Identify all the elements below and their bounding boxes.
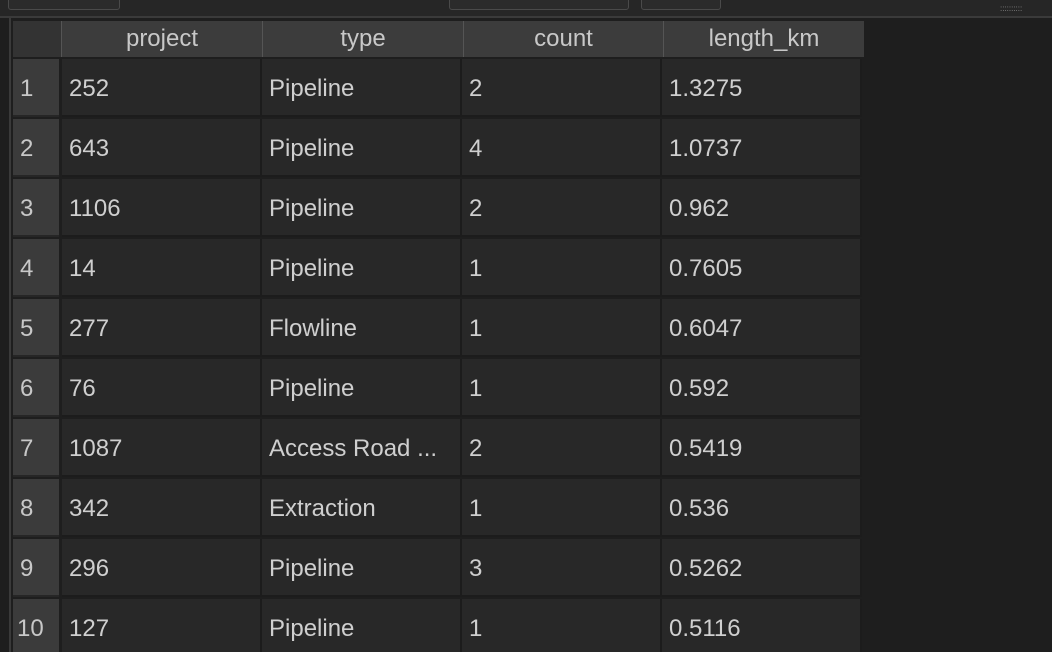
cell-length-km[interactable]: 1.0737 [662, 119, 862, 177]
cell-count[interactable]: 4 [462, 119, 662, 177]
cell-length-km[interactable]: 0.5116 [662, 599, 862, 652]
cell-type[interactable]: Pipeline [262, 359, 462, 417]
cell-length-km[interactable]: 0.592 [662, 359, 862, 417]
cell-count[interactable]: 2 [462, 179, 662, 237]
cell-count[interactable]: 1 [462, 359, 662, 417]
cell-length-km[interactable]: 0.6047 [662, 299, 862, 357]
pane-divider [9, 18, 11, 652]
toolbar: :::::::::: [0, 0, 1052, 18]
toolbar-button[interactable] [8, 0, 120, 10]
row-number[interactable]: 1 [13, 59, 59, 117]
cell-length-km[interactable]: 1.3275 [662, 59, 862, 117]
cell-type[interactable]: Pipeline [262, 599, 462, 652]
cell-length-km[interactable]: 0.7605 [662, 239, 862, 297]
cell-count[interactable]: 2 [462, 59, 662, 117]
cell-length-km[interactable]: 0.962 [662, 179, 862, 237]
cell-count[interactable]: 3 [462, 539, 662, 597]
cell-count[interactable]: 1 [462, 479, 662, 537]
column-header-length-km[interactable]: length_km [663, 21, 864, 57]
row-number[interactable]: 4 [13, 239, 59, 297]
row-number[interactable]: 3 [13, 179, 59, 237]
cell-type[interactable]: Pipeline [262, 539, 462, 597]
row-number[interactable]: 5 [13, 299, 59, 357]
cell-length-km[interactable]: 0.536 [662, 479, 862, 537]
cell-count[interactable]: 1 [462, 599, 662, 652]
column-header-project[interactable]: project [61, 21, 262, 57]
cell-count[interactable]: 2 [462, 419, 662, 477]
cell-type[interactable]: Pipeline [262, 59, 462, 117]
cell-length-km[interactable]: 0.5419 [662, 419, 862, 477]
cell-count[interactable]: 1 [462, 239, 662, 297]
cell-count[interactable]: 1 [462, 299, 662, 357]
cell-type[interactable]: Access Road ... [262, 419, 462, 477]
cell-project[interactable]: 296 [62, 539, 262, 597]
cell-type[interactable]: Pipeline [262, 239, 462, 297]
cell-project[interactable]: 76 [62, 359, 262, 417]
row-number[interactable]: 6 [13, 359, 59, 417]
cell-project[interactable]: 643 [62, 119, 262, 177]
cell-project[interactable]: 14 [62, 239, 262, 297]
data-viewer: :::::::::: project type count length_km … [0, 0, 1052, 652]
row-number[interactable]: 9 [13, 539, 59, 597]
resize-grip-icon[interactable]: :::::::::: [1000, 6, 1034, 12]
column-header-count[interactable]: count [463, 21, 663, 57]
cell-project[interactable]: 1106 [62, 179, 262, 237]
cell-project[interactable]: 1087 [62, 419, 262, 477]
toolbar-button[interactable] [641, 0, 721, 10]
column-header-type[interactable]: type [262, 21, 463, 57]
cell-project[interactable]: 277 [62, 299, 262, 357]
row-number[interactable]: 8 [13, 479, 59, 537]
row-number[interactable]: 2 [13, 119, 59, 177]
cell-type[interactable]: Pipeline [262, 179, 462, 237]
table-corner[interactable] [13, 21, 61, 57]
cell-project[interactable]: 252 [62, 59, 262, 117]
cell-project[interactable]: 342 [62, 479, 262, 537]
cell-type[interactable]: Pipeline [262, 119, 462, 177]
cell-length-km[interactable]: 0.5262 [662, 539, 862, 597]
row-number[interactable]: 7 [13, 419, 59, 477]
toolbar-button[interactable] [449, 0, 629, 10]
cell-type[interactable]: Extraction [262, 479, 462, 537]
cell-project[interactable]: 127 [62, 599, 262, 652]
cell-type[interactable]: Flowline [262, 299, 462, 357]
row-number[interactable]: 10 [13, 599, 59, 652]
